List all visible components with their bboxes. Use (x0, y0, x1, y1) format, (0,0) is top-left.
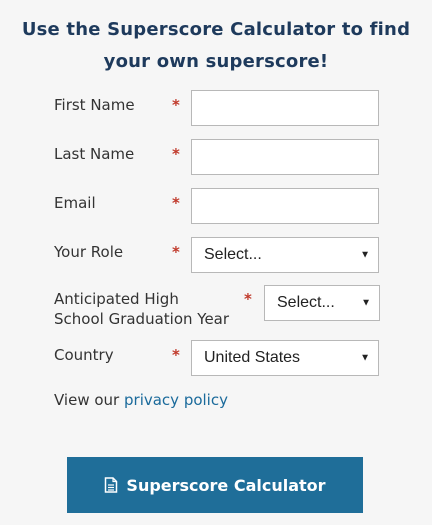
page-title-line-2: your own superscore! (103, 51, 329, 72)
first-name-required-mark: * (172, 96, 180, 114)
grad-year-label-line-1: Anticipated High (54, 290, 179, 308)
last-name-label: Last Name (54, 145, 135, 163)
role-required-mark: * (172, 243, 180, 261)
document-icon (105, 477, 118, 493)
grad-year-required-mark: * (244, 290, 252, 308)
privacy-prefix: View our (54, 391, 120, 409)
superscore-calculator-button-label: Superscore Calculator (126, 475, 326, 495)
email-field[interactable] (191, 188, 379, 224)
grad-year-select-value: Select... (277, 294, 335, 311)
grad-year-select[interactable]: Select... ▼ (264, 285, 380, 321)
country-required-mark: * (172, 346, 180, 364)
superscore-form-page: Use the Superscore Calculator to find yo… (0, 0, 432, 525)
chevron-down-icon: ▼ (360, 352, 370, 364)
chevron-down-icon: ▼ (361, 297, 371, 309)
chevron-down-icon: ▼ (360, 249, 370, 261)
grad-year-label-line-2: School Graduation Year (54, 310, 230, 328)
page-title-line-1: Use the Superscore Calculator to find (21, 19, 411, 40)
privacy-notice: View our privacy policy (54, 390, 228, 410)
first-name-label: First Name (54, 96, 135, 114)
last-name-field[interactable] (191, 139, 379, 175)
role-select-value: Select... (204, 246, 262, 263)
email-required-mark: * (172, 194, 180, 212)
role-select[interactable]: Select... ▼ (191, 237, 379, 273)
last-name-required-mark: * (172, 145, 180, 163)
page-title: Use the Superscore Calculator to find yo… (0, 14, 432, 78)
role-label: Your Role (54, 243, 124, 261)
country-select-value: United States (204, 349, 301, 366)
superscore-calculator-button[interactable]: Superscore Calculator (67, 457, 363, 513)
privacy-policy-link[interactable]: privacy policy (124, 391, 228, 409)
email-label: Email (54, 194, 96, 212)
grad-year-label: Anticipated High School Graduation Year (54, 289, 229, 329)
country-select[interactable]: United States ▼ (191, 340, 379, 376)
country-label: Country (54, 346, 114, 364)
first-name-field[interactable] (191, 90, 379, 126)
